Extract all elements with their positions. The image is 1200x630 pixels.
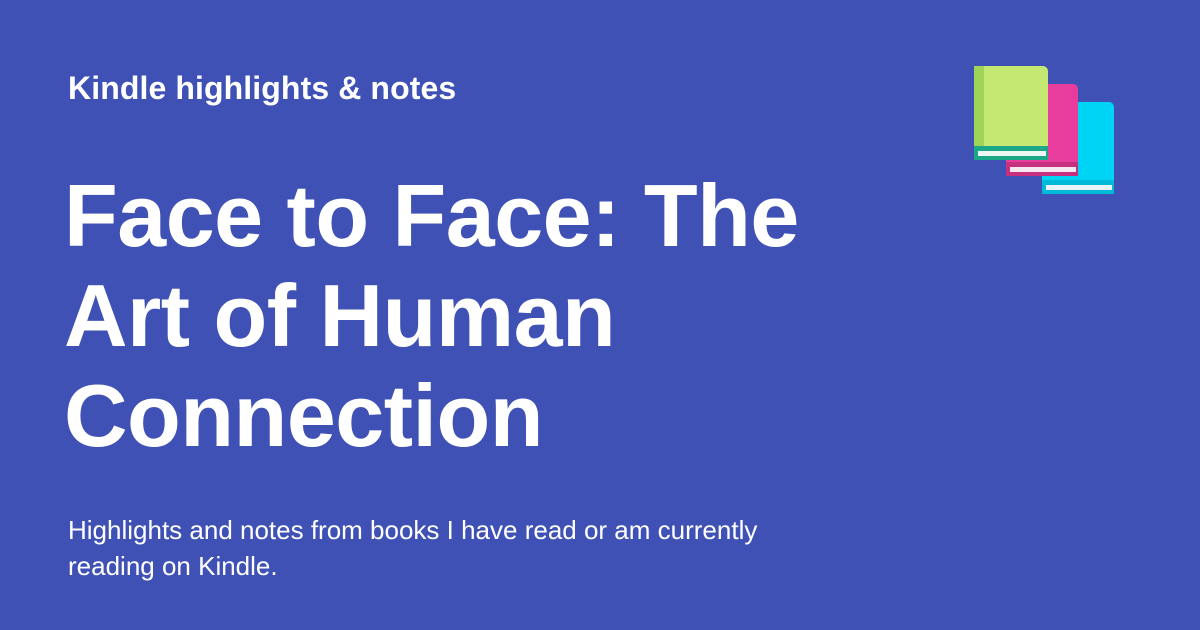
page-description: Highlights and notes from books I have r… [68, 515, 758, 581]
books-icon [974, 66, 1114, 194]
page-title: Face to Face: The Art of Human Connectio… [64, 166, 799, 465]
site-name: Kindle highlights & notes [68, 70, 457, 106]
book-green-icon [974, 66, 1048, 160]
share-card: Kindle highlights & notes Face to Face: … [0, 0, 1200, 630]
